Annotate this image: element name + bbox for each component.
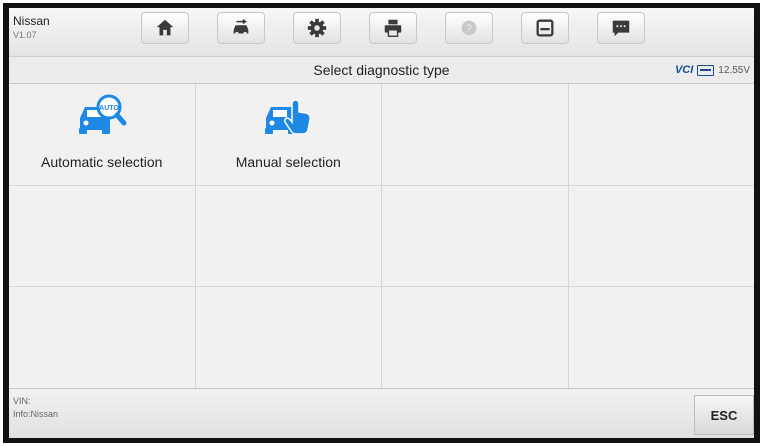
print-icon bbox=[384, 19, 402, 37]
settings-gear-icon bbox=[307, 18, 327, 38]
battery-voltage: 12.55V bbox=[718, 64, 750, 76]
home-icon bbox=[156, 19, 174, 36]
esc-button[interactable]: ESC bbox=[694, 395, 754, 435]
top-toolbar: Nissan V1.07 ? bbox=[9, 8, 754, 57]
vehicle-make: Nissan bbox=[13, 14, 50, 28]
svg-text:AUTO: AUTO bbox=[99, 105, 119, 112]
screen: Nissan V1.07 ? Select diagnostic type VC… bbox=[9, 8, 754, 438]
vehicle-info-footer: VIN: Info:Nissan bbox=[13, 395, 58, 421]
car-auto-search-icon: AUTO bbox=[78, 94, 127, 134]
empty-grid-cell bbox=[382, 287, 568, 388]
page-title: Select diagnostic type bbox=[313, 62, 450, 78]
automatic-selection-tile[interactable]: AUTO Automatic selection bbox=[9, 84, 195, 185]
battery-icon bbox=[697, 64, 715, 76]
home-button[interactable] bbox=[141, 12, 189, 44]
print-button[interactable] bbox=[369, 12, 417, 44]
empty-grid-cell bbox=[195, 185, 381, 287]
vehicle-swap-button[interactable] bbox=[217, 12, 265, 44]
diagnostic-type-grid: AUTO Automatic selection Manual selectio… bbox=[9, 84, 754, 388]
vehicle-swap-icon bbox=[233, 19, 249, 36]
vci-status-icon: VCI bbox=[674, 64, 694, 76]
empty-grid-cell bbox=[382, 84, 568, 185]
bottom-bar: VIN: Info:Nissan ESC bbox=[9, 388, 754, 438]
svg-text:?: ? bbox=[466, 24, 472, 35]
empty-grid-cell bbox=[382, 185, 568, 287]
settings-button[interactable] bbox=[293, 12, 341, 44]
tile-label: Manual selection bbox=[235, 154, 341, 170]
device-frame: Nissan V1.07 ? Select diagnostic type VC… bbox=[3, 3, 760, 443]
info-label: Info:Nissan bbox=[13, 409, 59, 419]
vin-label: VIN: bbox=[13, 396, 31, 406]
tile-label: Automatic selection bbox=[41, 154, 163, 170]
empty-grid-cell bbox=[568, 84, 754, 185]
title-bar: Select diagnostic type VCI 12.55V bbox=[9, 57, 754, 84]
software-version: V1.07 bbox=[13, 30, 37, 40]
help-icon: ? bbox=[461, 20, 477, 36]
empty-grid-cell bbox=[9, 287, 195, 388]
save-icon bbox=[536, 19, 554, 37]
data-logging-icon bbox=[612, 20, 630, 37]
car-manual-select-icon bbox=[265, 99, 312, 135]
data-logging-button[interactable] bbox=[597, 12, 645, 44]
save-button[interactable] bbox=[521, 12, 569, 44]
help-button[interactable]: ? bbox=[445, 12, 493, 44]
empty-grid-cell bbox=[9, 185, 195, 287]
empty-grid-cell bbox=[568, 185, 754, 287]
empty-grid-cell bbox=[568, 287, 754, 388]
vehicle-info: Nissan V1.07 bbox=[13, 14, 50, 42]
status-indicators: VCI 12.55V bbox=[675, 57, 750, 83]
manual-selection-tile[interactable]: Manual selection bbox=[195, 84, 381, 185]
empty-grid-cell bbox=[195, 287, 381, 388]
